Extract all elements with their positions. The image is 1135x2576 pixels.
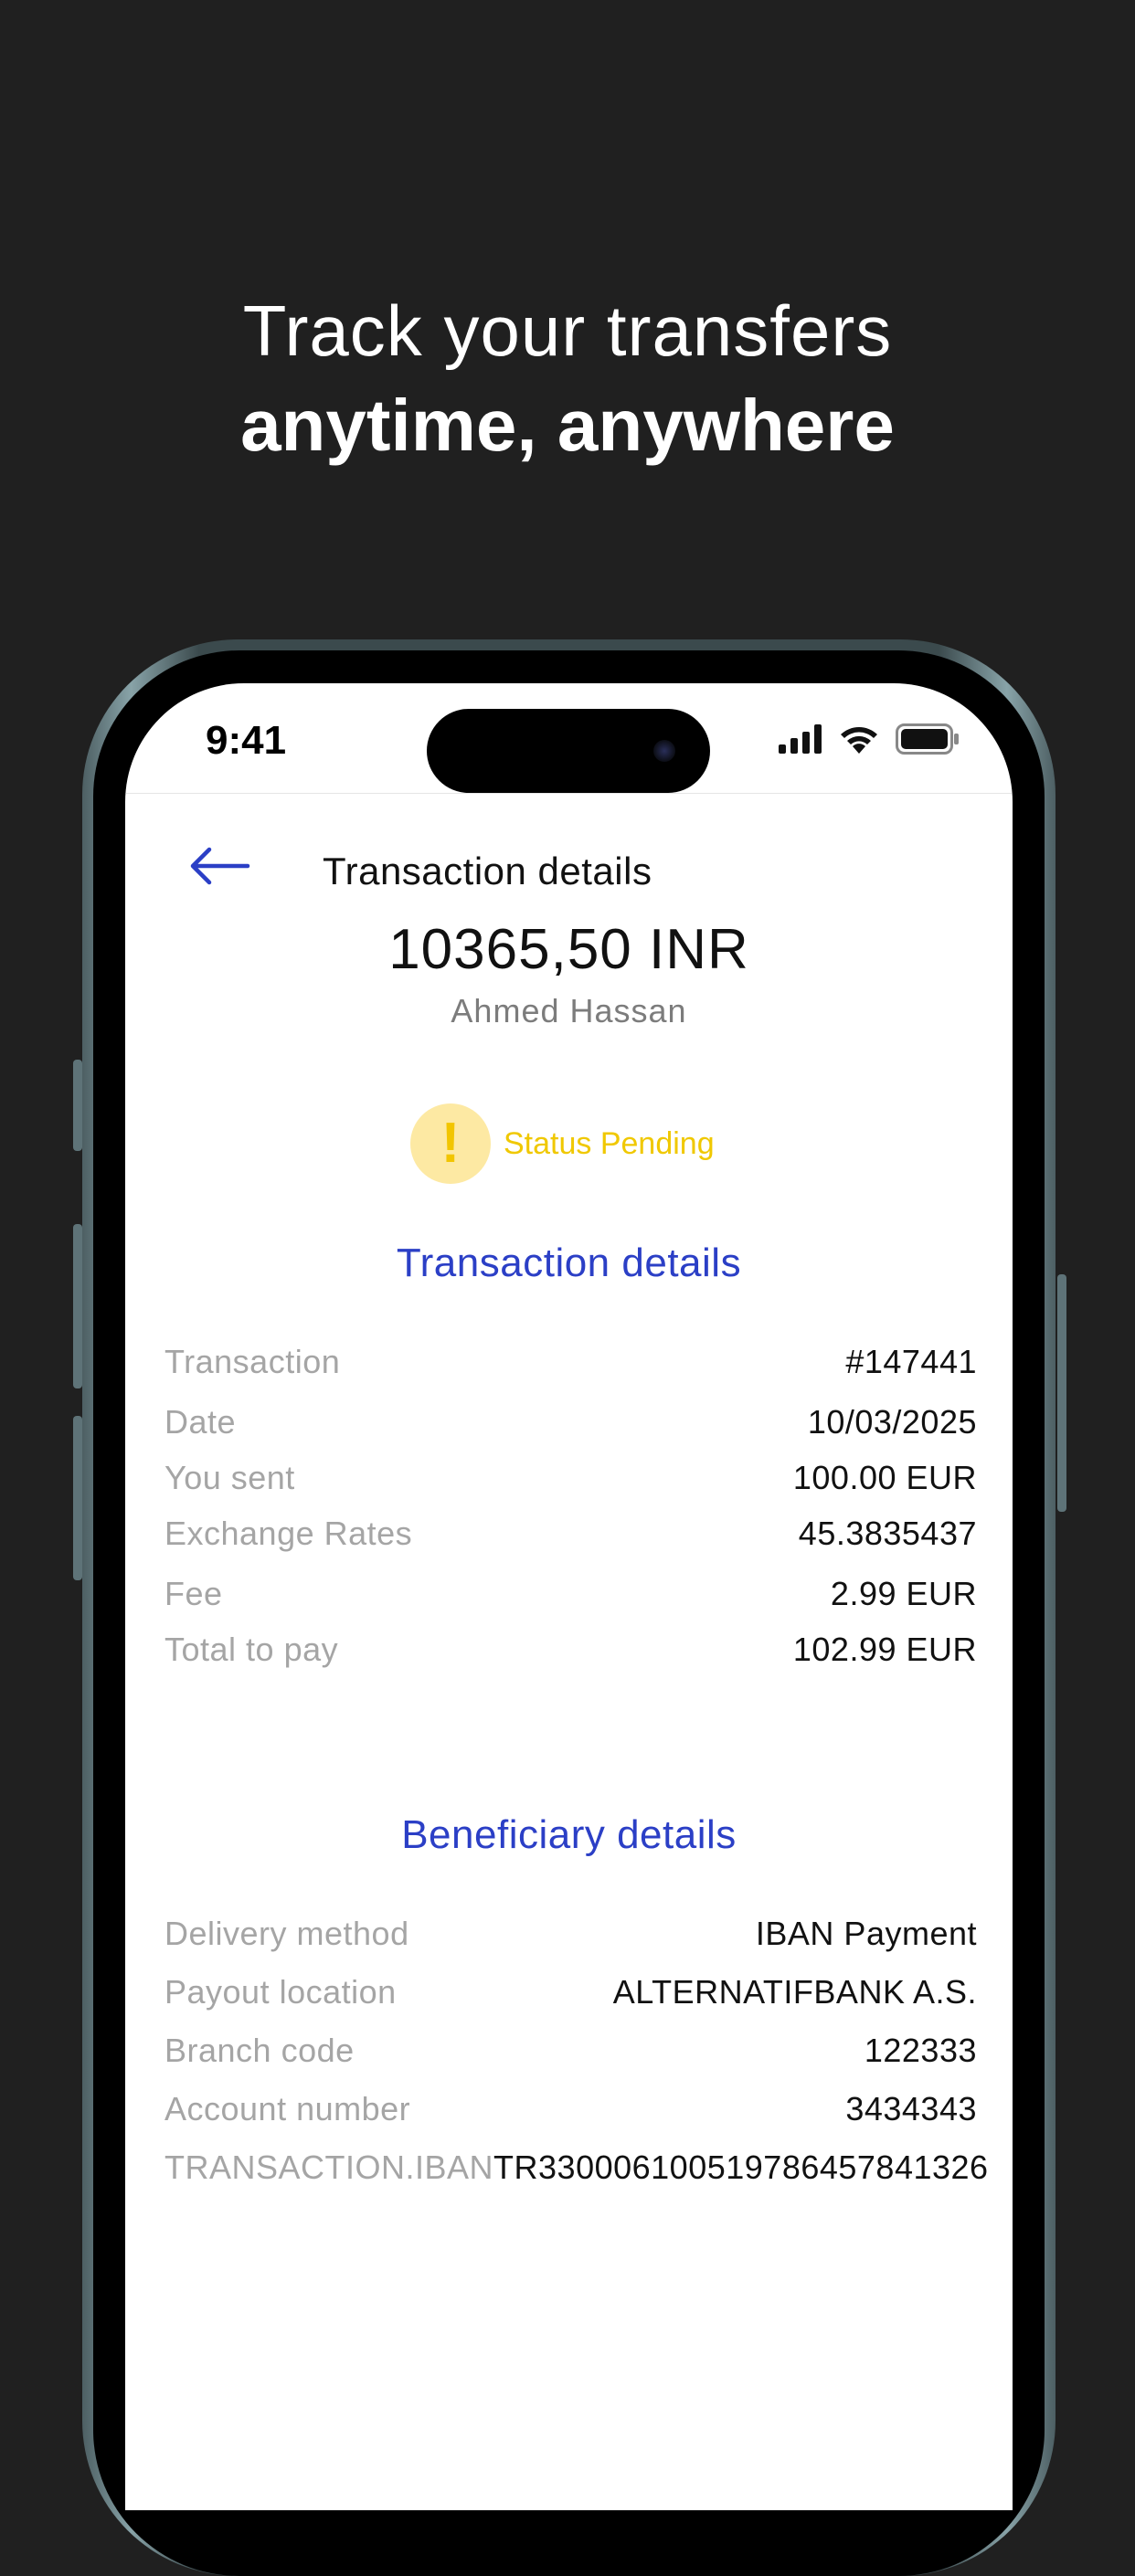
status-icons (779, 723, 960, 755)
detail-row-delivery-method: Delivery method IBAN Payment (164, 1915, 977, 1953)
detail-label: Branch code (164, 2032, 355, 2069)
detail-label: Exchange Rates (164, 1515, 413, 1552)
detail-label: Account number (164, 2090, 411, 2127)
detail-row-total: Total to pay 102.99 EUR (164, 1631, 977, 1669)
detail-value: 2.99 EUR (830, 1575, 977, 1612)
detail-label: Total to pay (164, 1631, 339, 1668)
status-bar: 9:41 (125, 683, 1013, 794)
screen-title: Transaction details (323, 850, 652, 892)
detail-row-iban: TRANSACTION.IBAN TR330006100519786457841… (164, 2148, 988, 2187)
detail-value: 3434343 (845, 2090, 977, 2127)
volume-up-button (73, 1224, 82, 1388)
detail-label: TRANSACTION.IBAN (164, 2148, 494, 2186)
detail-value: IBAN Payment (755, 1915, 977, 1952)
wifi-icon (841, 727, 877, 754)
detail-row-fee: Fee 2.99 EUR (164, 1575, 977, 1613)
action-button (73, 1060, 82, 1151)
back-arrow-icon[interactable] (187, 846, 251, 886)
detail-value: 102.99 EUR (792, 1631, 977, 1668)
status-label: Status Pending (504, 1125, 715, 1161)
headline-line-1: Track your transfers (242, 290, 893, 371)
detail-value: 100.00 EUR (792, 1459, 977, 1496)
detail-label: Date (164, 1403, 237, 1441)
detail-row-you-sent: You sent 100.00 EUR (164, 1459, 977, 1497)
beneficiary-section-title: Beneficiary details (401, 1812, 737, 1857)
camera-icon (653, 740, 675, 762)
status-badge: ! Status Pending (410, 1103, 715, 1184)
signal-icon (779, 724, 822, 754)
recipient-name: Ahmed Hassan (451, 992, 687, 1029)
detail-label: Fee (164, 1575, 223, 1612)
detail-row-exchange-rate: Exchange Rates 45.3835437 (164, 1515, 977, 1553)
detail-row-transaction: Transaction #147441 (164, 1343, 977, 1381)
detail-value: TR330006100519786457841326 (493, 2148, 989, 2186)
exclamation-icon: ! (410, 1103, 491, 1184)
battery-icon (896, 723, 959, 755)
transfer-amount: 10365,50 INR (388, 918, 749, 981)
detail-value: 10/03/2025 (807, 1403, 977, 1441)
detail-value: 122333 (864, 2032, 977, 2069)
detail-value: #147441 (845, 1343, 977, 1380)
detail-value: ALTERNATIFBANK A.S. (612, 1973, 977, 2011)
detail-row-payout-location: Payout location ALTERNATIFBANK A.S. (164, 1973, 977, 2011)
detail-label: Transaction (164, 1343, 341, 1380)
detail-label: Delivery method (164, 1915, 409, 1952)
detail-label: You sent (164, 1459, 295, 1496)
status-time: 9:41 (206, 718, 287, 763)
transaction-section-title: Transaction details (396, 1240, 742, 1285)
promo-headline: Track your transfers anytime, anywhere (0, 283, 1135, 473)
detail-row-branch-code: Branch code 122333 (164, 2032, 977, 2070)
volume-down-button (73, 1416, 82, 1580)
detail-row-date: Date 10/03/2025 (164, 1403, 977, 1441)
detail-value: 45.3835437 (798, 1515, 977, 1552)
headline-line-2: anytime, anywhere (240, 385, 895, 466)
detail-row-account-number: Account number 3434343 (164, 2090, 977, 2128)
detail-label: Payout location (164, 1973, 397, 2011)
dynamic-island (427, 709, 710, 793)
power-button (1057, 1274, 1066, 1512)
phone-screen: 9:41 Transaction details 10365,50 INR Ah… (125, 683, 1013, 2510)
